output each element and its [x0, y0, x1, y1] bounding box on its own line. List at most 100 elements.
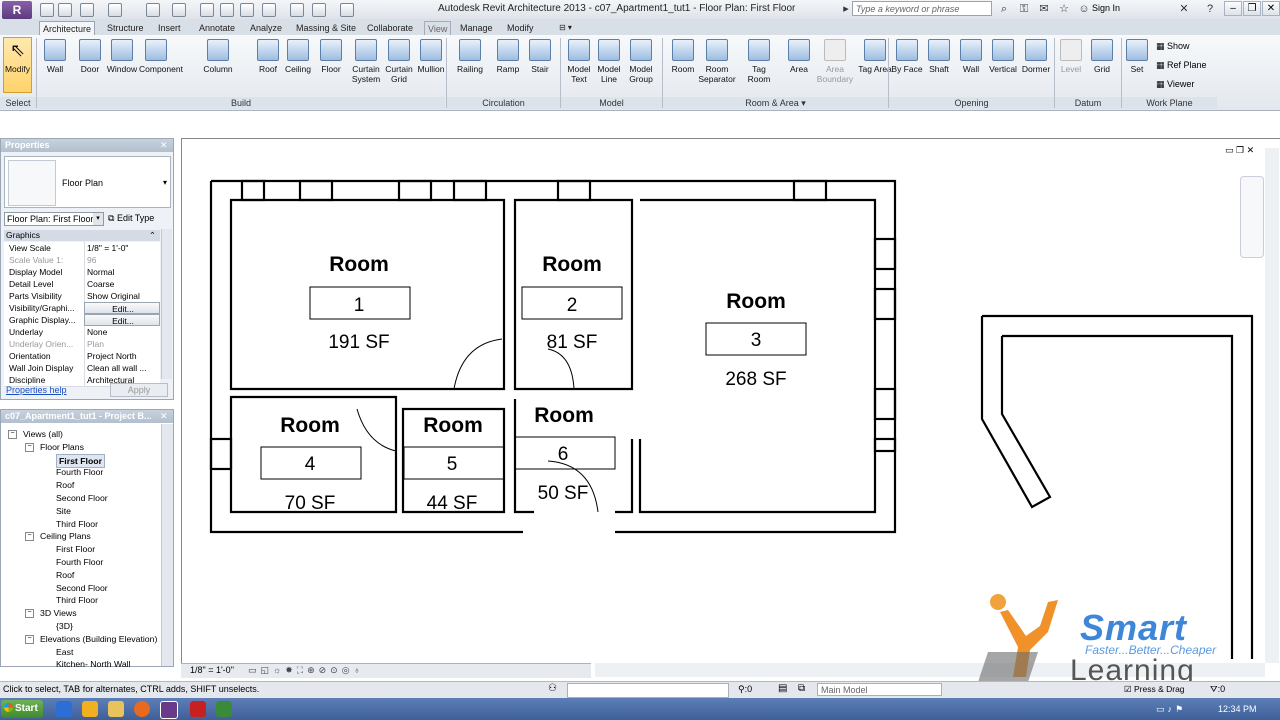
exchange-icon[interactable]: ✕ [1178, 3, 1190, 15]
by-face-button[interactable]: By Face [890, 37, 924, 74]
browser-item[interactable]: Kitchen- North Wall [56, 658, 131, 670]
stair-button[interactable]: Stair [523, 37, 557, 74]
communication-icon[interactable]: ✉ [1038, 3, 1050, 15]
show-button[interactable]: ▦ Show [1156, 41, 1190, 52]
property-value[interactable]: None [84, 326, 160, 338]
tag-room-button[interactable]: Tag Room [740, 37, 778, 84]
search-input[interactable]: Type a keyword or phrase [852, 1, 992, 16]
area-button[interactable]: Area [780, 37, 818, 74]
shaft-button[interactable]: Shaft [922, 37, 956, 74]
set-button[interactable]: Set [1122, 37, 1152, 74]
browser-item[interactable]: Third Floor [56, 594, 98, 606]
wall-button[interactable]: Wall [954, 37, 988, 74]
revit-taskbar-icon[interactable] [160, 701, 178, 719]
browser-item[interactable]: Floor Plans [40, 441, 84, 453]
browser-item[interactable]: First Floor [56, 543, 95, 555]
browser-item[interactable]: Ceiling Plans [40, 530, 91, 542]
browser-item[interactable]: Second Floor [56, 492, 108, 504]
tab-collaborate[interactable]: Collaborate [364, 21, 416, 35]
tree-expander-icon[interactable]: − [25, 532, 34, 542]
property-value[interactable]: 96 [84, 254, 160, 266]
ramp-button[interactable]: Ramp [491, 37, 525, 74]
property-value[interactable]: Show Original [84, 290, 160, 302]
sign-in-link[interactable]: Sign In [1092, 3, 1120, 13]
press-drag-checkbox[interactable]: ☑ Press & Drag [1124, 684, 1185, 695]
expand-search-icon[interactable]: ▸ [840, 3, 852, 15]
tree-expander-icon[interactable]: − [25, 634, 34, 644]
browser-item[interactable]: Third Floor [56, 518, 98, 530]
browser-scrollbar[interactable] [161, 424, 173, 666]
browser-item[interactable]: Fourth Floor [56, 466, 103, 478]
window-button[interactable]: Window [105, 37, 139, 74]
panel-circulation[interactable]: Circulation [447, 97, 560, 109]
tab-architecture[interactable]: Architecture [39, 21, 96, 36]
browser-item[interactable]: 3D Views [40, 607, 77, 619]
model-text-button[interactable]: Model Text [562, 37, 596, 84]
measure-icon[interactable] [146, 3, 160, 17]
dormer-button[interactable]: Dormer [1019, 37, 1053, 74]
tab-insert[interactable]: Insert [155, 21, 184, 35]
panel-build[interactable]: Build [37, 97, 445, 109]
firefox-icon[interactable] [134, 701, 150, 717]
section-icon[interactable] [290, 3, 304, 17]
browser-item[interactable]: Roof [56, 569, 74, 581]
type-dropdown-icon[interactable]: ▾ [163, 178, 167, 187]
roof-button[interactable]: Roof [251, 37, 285, 74]
align-icon[interactable] [172, 3, 186, 17]
model-line-button[interactable]: Model Line [592, 37, 626, 84]
design-options-icon[interactable]: ▤ [778, 683, 787, 694]
property-value[interactable]: Project North [84, 350, 160, 362]
properties-help-link[interactable]: Properties help [6, 385, 67, 395]
system-tray-icons[interactable]: ▭♪⚑ [1156, 704, 1186, 715]
tab-analyze[interactable]: Analyze [247, 21, 285, 35]
wall-button[interactable]: Wall [38, 37, 72, 74]
instance-view-selector[interactable]: Floor Plan: First Floor [4, 212, 104, 226]
railing-button[interactable]: Railing [453, 37, 487, 74]
component-button[interactable]: Component [139, 37, 183, 74]
curtain-system-button[interactable]: Curtain System [349, 37, 383, 84]
browser-item[interactable]: Roof [56, 479, 74, 491]
viewer-button[interactable]: ▦ Viewer [1156, 79, 1194, 90]
tree-expander-icon[interactable]: − [8, 430, 17, 439]
other-app-icon[interactable] [216, 701, 232, 717]
panel-work-plane[interactable]: Work Plane [1122, 97, 1217, 109]
curtain-grid-button[interactable]: Curtain Grid [382, 37, 416, 84]
user-icon[interactable]: ☺ [1078, 3, 1090, 15]
undo-icon[interactable] [80, 3, 94, 17]
panel-select[interactable]: Select [0, 97, 36, 109]
ref-plane-button[interactable]: ▦ Ref Plane [1156, 60, 1207, 71]
navigation-bar[interactable] [1240, 176, 1264, 258]
room-button[interactable]: Room [664, 37, 702, 74]
area-boundary-button[interactable]: Area Boundary [816, 37, 854, 84]
browser-item[interactable]: Fourth Floor [56, 556, 103, 568]
acrobat-icon[interactable] [190, 701, 206, 717]
text-icon[interactable] [220, 3, 234, 17]
dimension-icon[interactable] [240, 3, 254, 17]
switch-windows-icon[interactable] [340, 3, 354, 17]
save-icon[interactable] [58, 3, 72, 17]
level-button[interactable]: Level [1055, 37, 1087, 74]
worksets-icon[interactable]: ⚇ [548, 683, 557, 694]
close-hidden-icon[interactable] [312, 3, 326, 17]
tab-structure[interactable]: Structure [104, 21, 147, 35]
close-properties-icon[interactable]: ✕ [160, 140, 168, 151]
column-button[interactable]: Column [201, 37, 235, 74]
view-window-controls[interactable]: ▭ ❐ ✕ [1225, 145, 1254, 156]
open-icon[interactable] [40, 3, 54, 17]
graphics-group-header[interactable]: Graphics ⌃ [4, 230, 160, 241]
view-scale-control[interactable]: 1/8" = 1'-0" [190, 665, 234, 675]
panel-room-area[interactable]: Room & Area ▾ [663, 97, 888, 109]
3d-view-icon[interactable] [262, 3, 276, 17]
media-player-icon[interactable] [82, 701, 98, 717]
panel-datum[interactable]: Datum [1055, 97, 1121, 109]
design-option-selector[interactable]: Main Model [817, 683, 942, 696]
property-value[interactable]: Coarse [84, 278, 160, 290]
explorer-icon[interactable] [108, 701, 124, 717]
tree-expander-icon[interactable]: − [25, 609, 34, 619]
property-value[interactable]: Normal [84, 266, 160, 278]
room-separator-button[interactable]: Room Separator [698, 37, 736, 84]
browser-item[interactable]: Views (all) [23, 428, 63, 440]
panel-opening[interactable]: Opening [889, 97, 1054, 109]
tab-massing-site[interactable]: Massing & Site [293, 21, 359, 35]
panel-model[interactable]: Model [561, 97, 662, 109]
